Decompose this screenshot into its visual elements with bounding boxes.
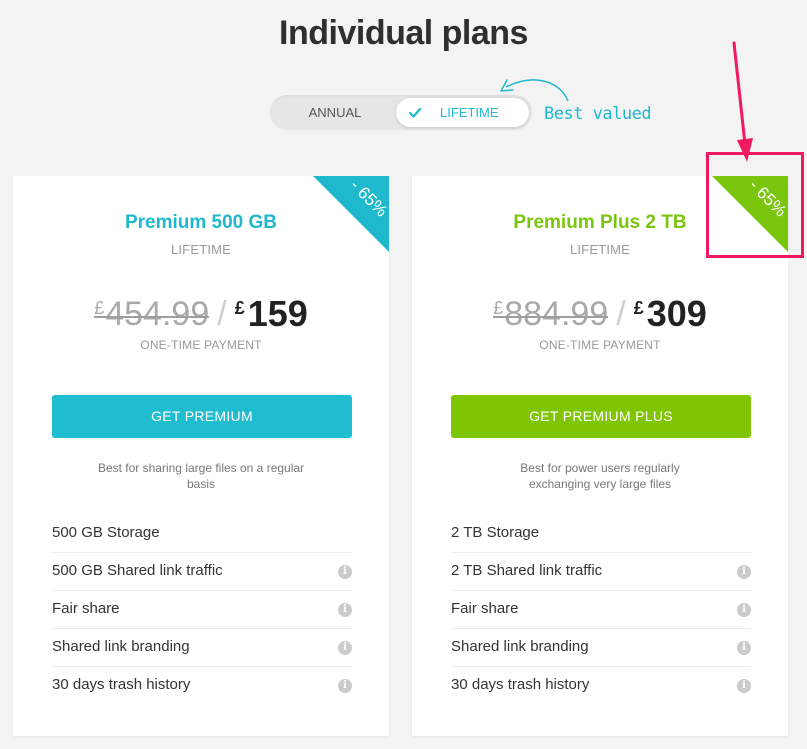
info-icon[interactable]: i: [737, 565, 751, 579]
plan-description: Best for sharing large files on a regula…: [97, 461, 305, 491]
price-row: £ 454.99 / £ 159: [13, 288, 389, 334]
price-separator: /: [616, 295, 626, 333]
feature-label: 2 TB Storage: [451, 524, 540, 541]
feature-item: 30 days trash history i: [451, 667, 751, 705]
feature-item: Fair share i: [451, 591, 751, 629]
get-premium-plus-button[interactable]: GET PREMIUM PLUS: [451, 395, 751, 438]
info-icon[interactable]: i: [338, 679, 352, 693]
price-row: £ 884.99 / £ 309: [412, 288, 788, 334]
feature-item: Shared link branding i: [451, 629, 751, 667]
feature-item: 2 TB Storage: [451, 515, 751, 553]
new-price-currency: £: [234, 298, 245, 318]
feature-list: 2 TB Storage 2 TB Shared link traffic i …: [451, 515, 751, 705]
new-price-value: 159: [247, 293, 308, 334]
old-price: £ 454.99: [94, 294, 210, 334]
feature-label: Shared link branding: [52, 638, 190, 655]
info-icon[interactable]: i: [338, 641, 352, 655]
info-icon[interactable]: i: [737, 603, 751, 617]
strikethrough: [493, 316, 609, 318]
feature-list: 500 GB Storage 500 GB Shared link traffi…: [52, 515, 352, 705]
get-premium-button[interactable]: GET PREMIUM: [52, 395, 352, 438]
info-icon[interactable]: i: [338, 565, 352, 579]
info-icon[interactable]: i: [737, 679, 751, 693]
old-price: £ 884.99: [493, 294, 609, 334]
feature-item: Fair share i: [52, 591, 352, 629]
feature-label: 500 GB Shared link traffic: [52, 562, 223, 579]
new-price: £ 159: [235, 294, 308, 334]
new-price: £ 309: [634, 294, 707, 334]
plan-card-premium-plus-2tb: - 65% Premium Plus 2 TB LIFETIME £ 884.9…: [412, 176, 788, 736]
arrow-down-icon: [732, 41, 753, 162]
info-icon[interactable]: i: [338, 603, 352, 617]
price-separator: /: [217, 295, 227, 333]
feature-item: 30 days trash history i: [52, 667, 352, 705]
feature-item: 2 TB Shared link traffic i: [451, 553, 751, 591]
feature-label: Fair share: [52, 600, 120, 617]
best-valued-annotation: Best valued: [544, 104, 652, 124]
new-price-currency: £: [633, 298, 644, 318]
feature-label: 30 days trash history: [451, 676, 590, 693]
plan-description: Best for power users regularly exchangin…: [520, 461, 680, 491]
feature-item: 500 GB Storage: [52, 515, 352, 553]
feature-label: Fair share: [451, 600, 519, 617]
feature-item: Shared link branding i: [52, 629, 352, 667]
feature-item: 500 GB Shared link traffic i: [52, 553, 352, 591]
strikethrough: [94, 316, 210, 318]
highlight-box: [706, 152, 804, 258]
old-price-value: 884.99: [504, 295, 609, 333]
payment-label: ONE-TIME PAYMENT: [539, 338, 661, 352]
toggle-lifetime-label: LIFETIME: [440, 105, 499, 120]
billing-toggle[interactable]: ANNUAL LIFETIME: [270, 95, 532, 130]
info-icon[interactable]: i: [737, 641, 751, 655]
plan-name: Premium 500 GB: [124, 212, 278, 233]
feature-label: 500 GB Storage: [52, 524, 160, 541]
feature-label: 2 TB Shared link traffic: [451, 562, 603, 579]
payment-label: ONE-TIME PAYMENT: [140, 338, 262, 352]
plan-subtitle: LIFETIME: [170, 242, 232, 257]
feature-label: 30 days trash history: [52, 676, 191, 693]
check-icon: [408, 98, 422, 137]
new-price-value: 309: [646, 293, 707, 334]
toggle-annual[interactable]: ANNUAL: [270, 95, 400, 130]
page-title: Individual plans: [279, 14, 528, 52]
curved-arrow-icon: [500, 79, 569, 102]
feature-label: Shared link branding: [451, 638, 589, 655]
plan-card-premium-500gb: - 65% Premium 500 GB LIFETIME £ 454.99 /…: [13, 176, 389, 736]
old-price-value: 454.99: [105, 295, 210, 333]
